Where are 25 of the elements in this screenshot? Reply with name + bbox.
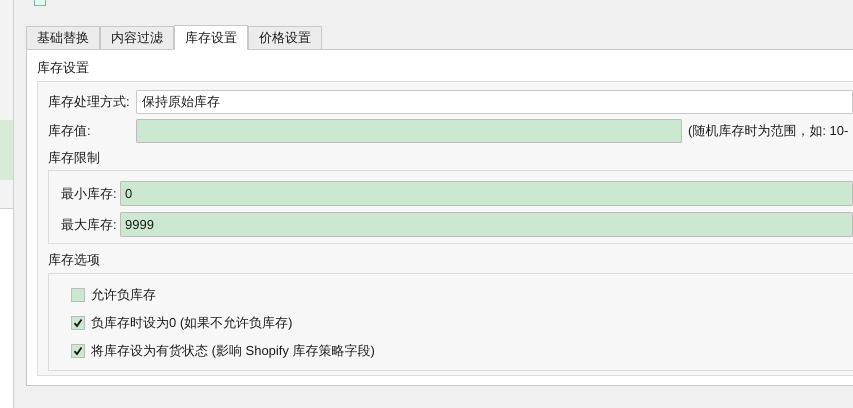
checkbox[interactable] [71,288,85,302]
mode-dropdown[interactable]: 保持原始库存 [136,90,853,114]
tab[interactable]: 价格设置 [248,26,322,49]
stock-value-field[interactable] [136,119,682,143]
checkbox-label: 将库存设为有货状态 (影响 Shopify 库存策略字段) [91,342,375,360]
check-icon [73,346,83,356]
check-icon [73,318,83,328]
section-title: 库存设置 [37,59,89,77]
hint-text: (随机库存时为范围，如: 10- [688,122,848,140]
field-label: 最小库存: [61,184,118,203]
group-title: 库存选项 [48,251,100,269]
group-title: 库存限制 [48,148,100,166]
selected-row-highlight [0,120,13,180]
tab[interactable]: 库存设置 [174,25,248,50]
checkbox[interactable] [71,344,85,358]
field-label: 库存处理方式: [48,93,131,112]
checkbox-label: 负库存时设为0 (如果不允许负库存) [91,314,292,332]
tab[interactable]: 内容过滤 [100,26,174,49]
number-field[interactable]: 0 [120,181,853,206]
number-field[interactable]: 9999 [120,212,853,237]
checkbox[interactable] [71,316,85,330]
checkbox-label: 允许负库存 [91,286,156,304]
tab[interactable]: 基础替换 [26,26,100,49]
field-label: 最大库存: [61,216,118,234]
field-label: 库存值: [48,122,92,140]
